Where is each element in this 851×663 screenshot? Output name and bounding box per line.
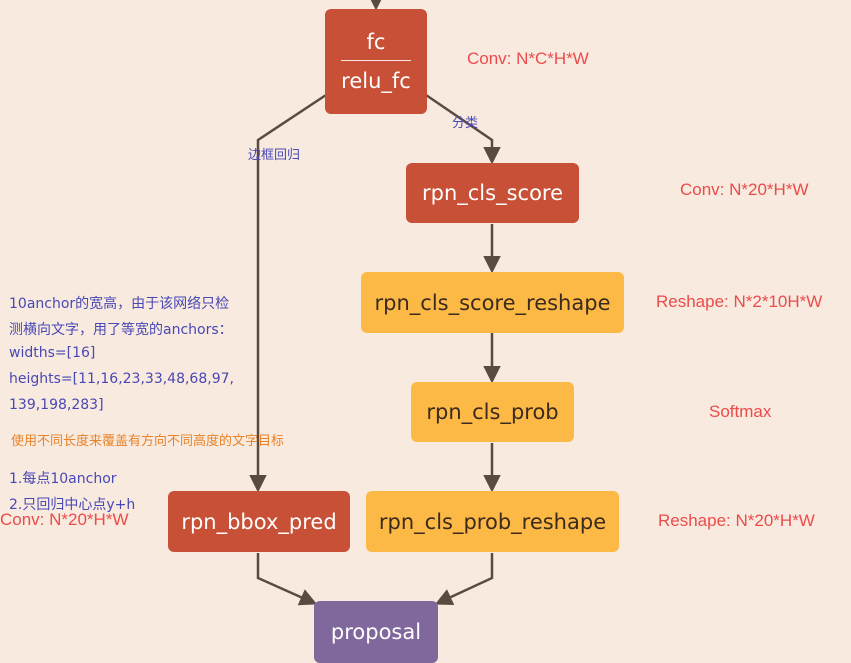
fc-relu-fc-node: fc relu_fc xyxy=(325,9,427,114)
rpn-cls-prob-reshape-label: rpn_cls_prob_reshape xyxy=(378,509,607,534)
edge-prob-reshape-to-proposal xyxy=(434,553,494,606)
anchor-note-point-2: 2.只回归中心点y+h xyxy=(9,497,136,513)
edge-bbox-pred-to-proposal xyxy=(256,553,318,606)
bbox-branch-label: 边框回归 xyxy=(248,148,301,163)
anchor-note-point-1: 1.每点10anchor xyxy=(9,471,117,487)
rpn-cls-prob-label: rpn_cls_prob xyxy=(426,400,559,424)
rpn-bbox-pred-node: rpn_bbox_pred xyxy=(168,491,350,552)
rpn-cls-score-node: rpn_cls_score xyxy=(406,163,579,223)
anchor-note-line-5: 139,198,283] xyxy=(9,397,104,413)
anchor-note-line-1: 10anchor的宽高，由于该网络只检 xyxy=(9,296,230,312)
rpn-bbox-pred-label: rpn_bbox_pred xyxy=(181,509,337,534)
relu-fc-label: relu_fc xyxy=(341,69,411,93)
rpn-cls-score-reshape-label: rpn_cls_score_reshape xyxy=(374,290,611,315)
rpn-cls-prob-node: rpn_cls_prob xyxy=(411,382,574,442)
proposal-node: proposal xyxy=(314,601,438,663)
prob-reshape-dim-label: Reshape: N*20*H*W xyxy=(658,511,815,530)
rpn-cls-prob-reshape-node: rpn_cls_prob_reshape xyxy=(366,491,619,552)
cls-prob-dim-label: Softmax xyxy=(709,402,772,421)
cls-score-dim-label: Conv: N*20*H*W xyxy=(680,180,809,199)
anchor-note-line-4: heights=[11,16,23,33,48,68,97, xyxy=(9,371,234,387)
anchor-note-line-2: 测横向文字，用了等宽的anchors： xyxy=(9,322,233,338)
rpn-cls-score-reshape-node: rpn_cls_score_reshape xyxy=(361,272,624,333)
fc-dim-label: Conv: N*C*H*W xyxy=(467,49,589,68)
anchor-note-line-3: widths=[16] xyxy=(9,345,96,361)
fc-divider xyxy=(341,60,411,61)
cls-branch-label: 分类 xyxy=(452,116,479,131)
score-reshape-dim-label: Reshape: N*2*10H*W xyxy=(656,292,823,311)
rpn-cls-score-label: rpn_cls_score xyxy=(421,181,564,205)
proposal-label: proposal xyxy=(330,620,422,644)
fc-label: fc xyxy=(366,30,386,54)
anchor-note-highlight: 使用不同长度来覆盖有方向不同高度的文字目标 xyxy=(11,434,285,449)
